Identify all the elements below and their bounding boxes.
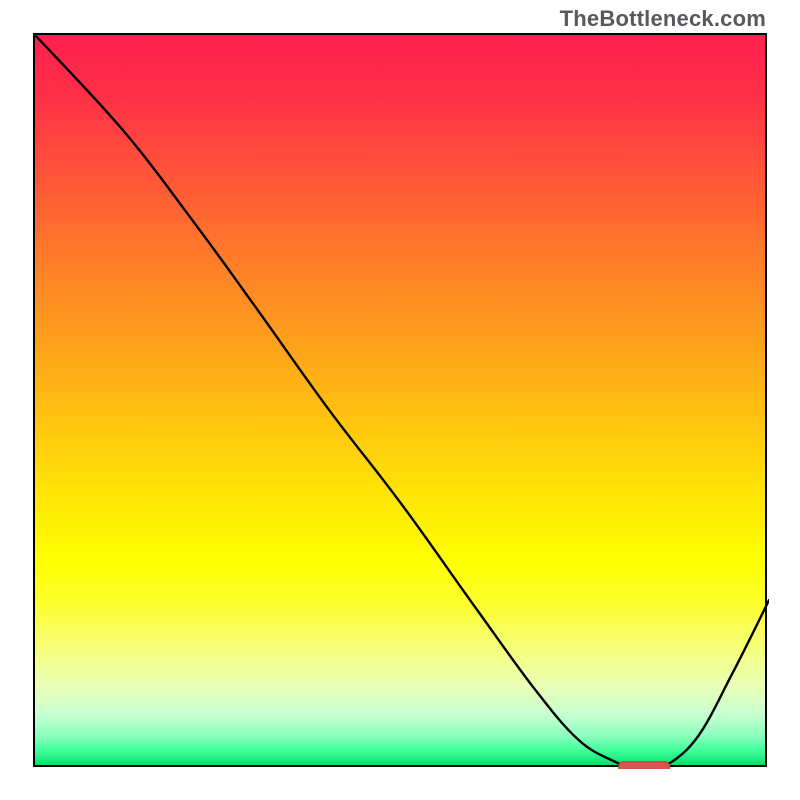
optimal-marker xyxy=(619,762,670,769)
curve-line xyxy=(35,35,769,769)
plot-area xyxy=(33,33,767,767)
chart-svg xyxy=(35,35,769,769)
chart-canvas: TheBottleneck.com xyxy=(0,0,800,800)
site-attribution: TheBottleneck.com xyxy=(560,6,766,32)
